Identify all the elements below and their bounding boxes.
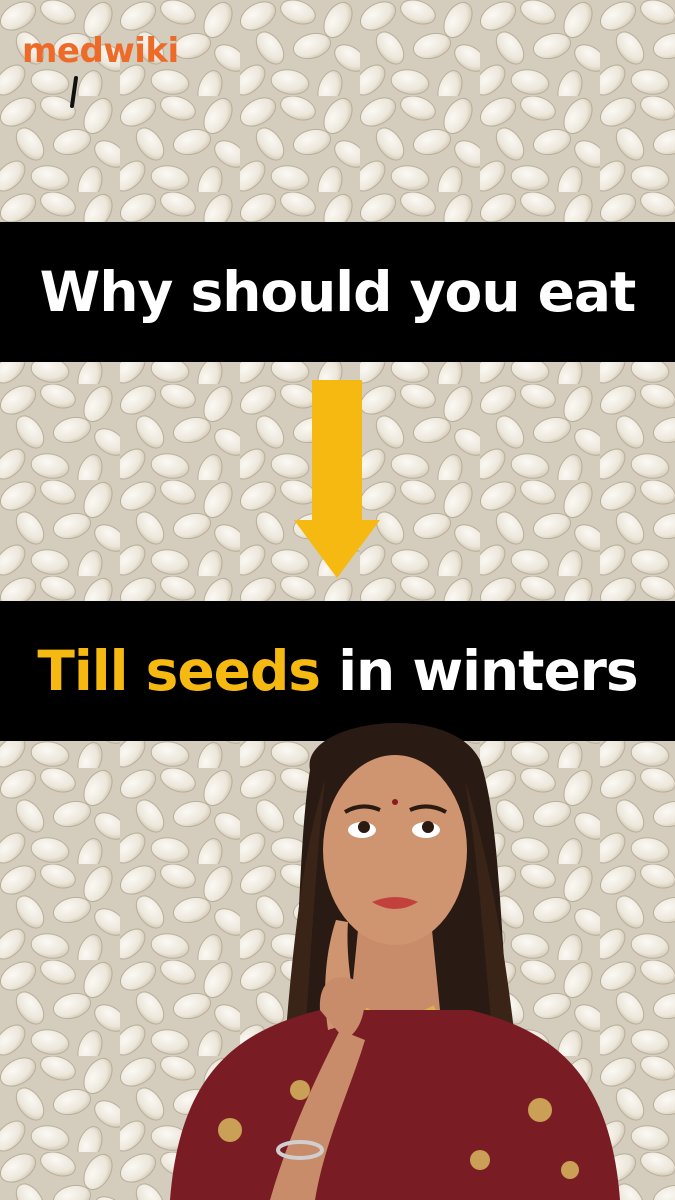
logo-text: medwiki: [22, 31, 179, 71]
headline-rest: in winters: [320, 639, 638, 703]
headline-band-top: Why should you eat: [0, 222, 675, 362]
thinking-woman-image: [170, 722, 620, 1200]
headline-top: Why should you eat: [39, 260, 637, 324]
down-arrow-icon: [294, 380, 380, 578]
poster: medwiki Why should you eat Till seeds in…: [0, 0, 675, 1200]
magnifier-icon: [70, 76, 78, 108]
medwiki-logo: medwiki: [22, 31, 179, 108]
headline-bottom: Till seeds in winters: [37, 639, 638, 703]
headline-highlight: Till seeds: [37, 639, 321, 703]
